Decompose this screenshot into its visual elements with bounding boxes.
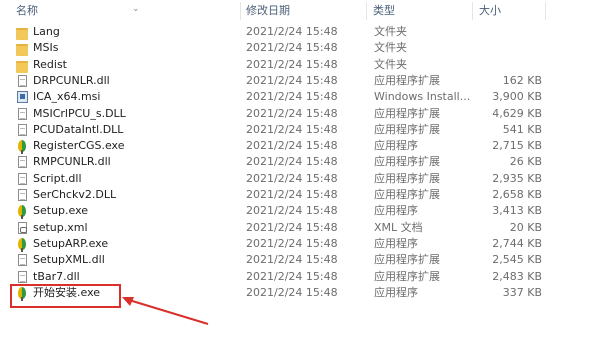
annotation-arrow — [122, 297, 209, 325]
arrow-line — [128, 299, 209, 325]
